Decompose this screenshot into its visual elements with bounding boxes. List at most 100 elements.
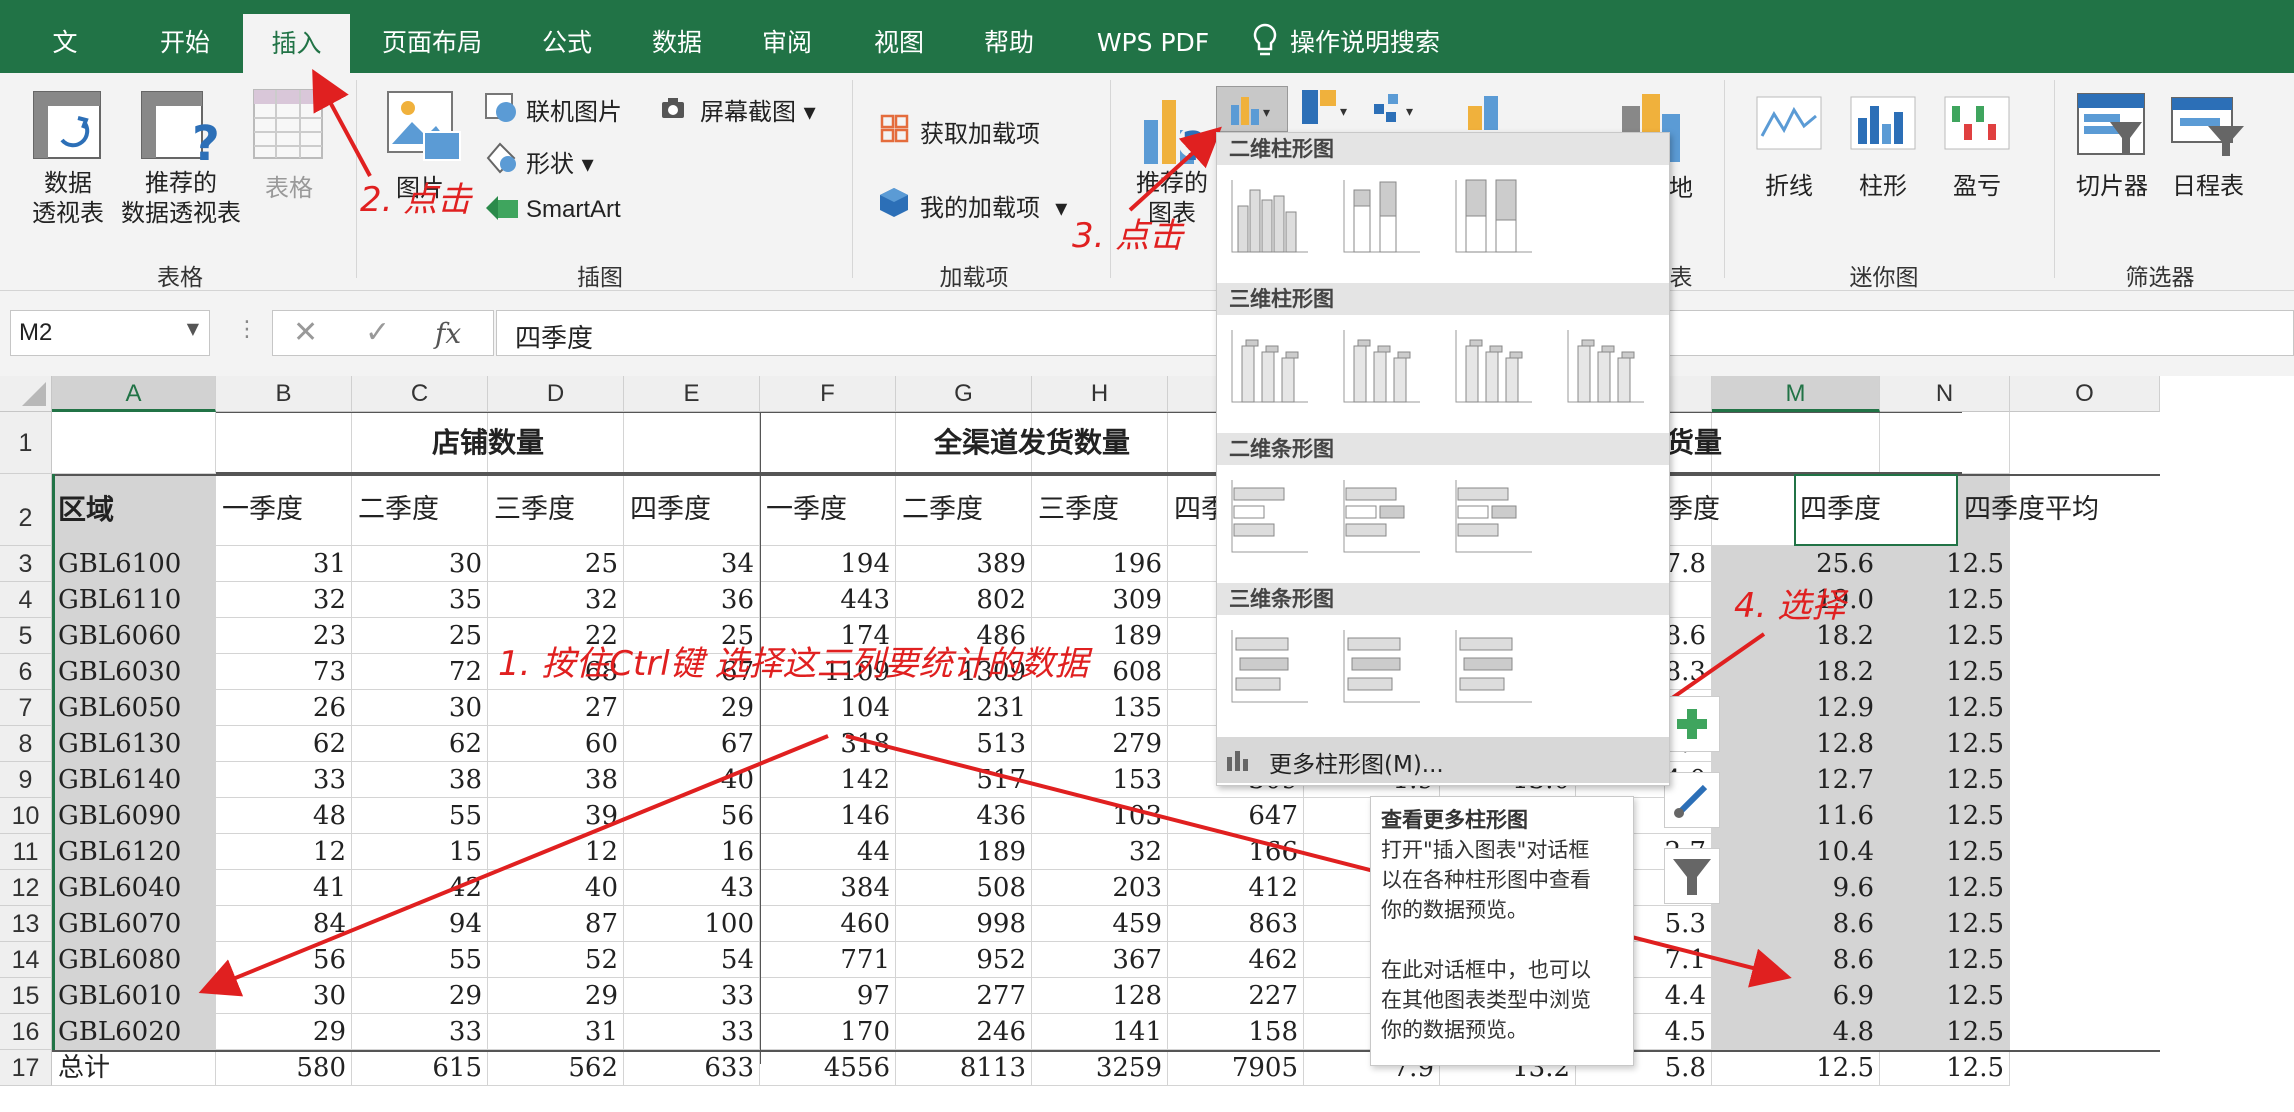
row-header[interactable]: 8 (0, 726, 52, 762)
value-cell: 34 (720, 549, 754, 579)
tell-me-search[interactable]: 操作说明搜索 (1290, 0, 1440, 73)
recommended-charts-icon: ? (1144, 100, 1210, 170)
annotation-step1: 1. 按住Ctrl键 选择这三列要统计的数据 (498, 644, 1089, 684)
picture-icon (387, 91, 461, 161)
value-cell: 7905 (1231, 1053, 1298, 1083)
value-cell: 31 (312, 549, 346, 579)
chevron-down-icon[interactable]: ▼ (187, 319, 199, 338)
quarter-header: 三季度 (494, 494, 575, 525)
name-box-value: M2 (19, 319, 53, 346)
insert-function-icon[interactable]: fx (435, 317, 461, 350)
tab-help[interactable]: 帮助 (982, 0, 1036, 73)
region-cell: GBL6010 (58, 981, 182, 1011)
annotation-step3: 3. 点击 (1072, 216, 1184, 256)
value-cell: 73 (312, 657, 346, 687)
cancel-icon[interactable]: ✕ (293, 315, 318, 350)
more-dots-icon: ⋮ (236, 317, 258, 342)
chart-elements-button[interactable] (1664, 696, 1720, 752)
smartart-icon (486, 196, 518, 220)
value-cell: 26 (312, 693, 346, 723)
row-header[interactable]: 5 (0, 618, 52, 654)
tab-view[interactable]: 视图 (872, 0, 926, 73)
value-cell: 8.6 (1832, 945, 1874, 975)
chart-filters-button[interactable] (1664, 848, 1720, 904)
sparkline-line-label: 折线 (1765, 172, 1813, 200)
column-header[interactable]: M (1712, 376, 1880, 412)
value-cell: 166 (1248, 837, 1298, 867)
timeline-label: 日程表 (2172, 172, 2244, 200)
value-cell: 318 (840, 729, 890, 759)
row-header[interactable]: 6 (0, 654, 52, 690)
column-header[interactable]: D (488, 376, 624, 412)
combo-chart-icon[interactable] (1466, 92, 1520, 132)
tab-data[interactable]: 数据 (650, 0, 704, 73)
column-header[interactable]: C (352, 376, 488, 412)
enter-icon[interactable]: ✓ (365, 315, 390, 350)
tab-review[interactable]: 审阅 (760, 0, 814, 73)
value-cell: 48 (312, 801, 346, 831)
value-cell: 38 (584, 765, 618, 795)
region-cell: GBL6050 (58, 693, 182, 723)
chart-styles-button[interactable] (1664, 772, 1720, 828)
value-cell: 128 (1112, 981, 1162, 1011)
value-cell: 52 (584, 945, 618, 975)
row-header[interactable]: 3 (0, 546, 52, 582)
column-header[interactable]: O (2010, 376, 2160, 412)
value-cell: 12.5 (1946, 837, 2004, 867)
value-cell: 56 (312, 945, 346, 975)
column-chart-dropdown: 二维柱形图 三维柱形图 二维条形图 三维条形图 更多柱形图(M)... (1216, 132, 1670, 786)
value-cell: 3259 (1095, 1053, 1162, 1083)
column-chart-button[interactable]: ▾ (1216, 86, 1288, 132)
value-cell: 12.9 (1816, 693, 1874, 723)
row-header[interactable]: 9 (0, 762, 52, 798)
row-header[interactable]: 13 (0, 906, 52, 942)
row-header[interactable]: 12 (0, 870, 52, 906)
value-cell: 277 (976, 981, 1026, 1011)
row-header[interactable]: 1 (0, 412, 52, 474)
value-cell: 40 (720, 765, 754, 795)
value-cell: 40 (584, 873, 618, 903)
get-addins-label: 获取加载项 (920, 120, 1040, 148)
row-header[interactable]: 4 (0, 582, 52, 618)
tab-page-layout[interactable]: 页面布局 (376, 0, 488, 73)
grid-cell[interactable] (52, 412, 216, 474)
value-cell: 55 (448, 801, 482, 831)
value-cell: 246 (976, 1017, 1026, 1047)
camera-icon (662, 98, 684, 118)
column-header[interactable]: F (760, 376, 896, 412)
value-cell: 513 (976, 729, 1026, 759)
tab-wps-pdf[interactable]: WPS PDF (1093, 0, 1213, 73)
row-header[interactable]: 17 (0, 1050, 52, 1086)
value-cell: 56 (720, 801, 754, 831)
group-tables-label: 表格 (157, 265, 203, 291)
row-header[interactable]: 10 (0, 798, 52, 834)
value-cell: 84 (312, 909, 346, 939)
row-header[interactable]: 14 (0, 942, 52, 978)
row-header[interactable]: 2 (0, 474, 52, 546)
select-all-corner[interactable] (0, 376, 52, 412)
tab-file[interactable]: 文件 (42, 0, 88, 143)
svg-text:▾: ▾ (1406, 104, 1413, 120)
column-header[interactable]: N (1880, 376, 2010, 412)
name-box[interactable]: M2 ▼ (10, 310, 210, 356)
tab-home[interactable]: 开始 (150, 0, 220, 73)
row-header[interactable]: 15 (0, 978, 52, 1014)
group-divider (356, 80, 357, 278)
more-column-charts-item[interactable]: 更多柱形图(M)... (1217, 737, 1669, 783)
column-header[interactable]: H (1032, 376, 1168, 412)
column-header[interactable]: E (624, 376, 760, 412)
row-header[interactable]: 11 (0, 834, 52, 870)
scatter-chart-icon[interactable]: ▾ (1372, 90, 1426, 130)
column-header[interactable]: G (896, 376, 1032, 412)
column-header[interactable]: B (216, 376, 352, 412)
hierarchy-chart-icon[interactable]: ▾ (1300, 88, 1354, 128)
value-cell: 952 (976, 945, 1026, 975)
value-cell: 153 (1112, 765, 1162, 795)
row-header[interactable]: 7 (0, 690, 52, 726)
region-cell: GBL6070 (58, 909, 182, 939)
row-header[interactable]: 16 (0, 1014, 52, 1050)
column-header[interactable]: A (52, 376, 216, 412)
value-cell: 12.5 (1946, 585, 2004, 615)
tab-insert[interactable]: 插入 (243, 14, 350, 73)
tab-formulas[interactable]: 公式 (540, 0, 594, 73)
